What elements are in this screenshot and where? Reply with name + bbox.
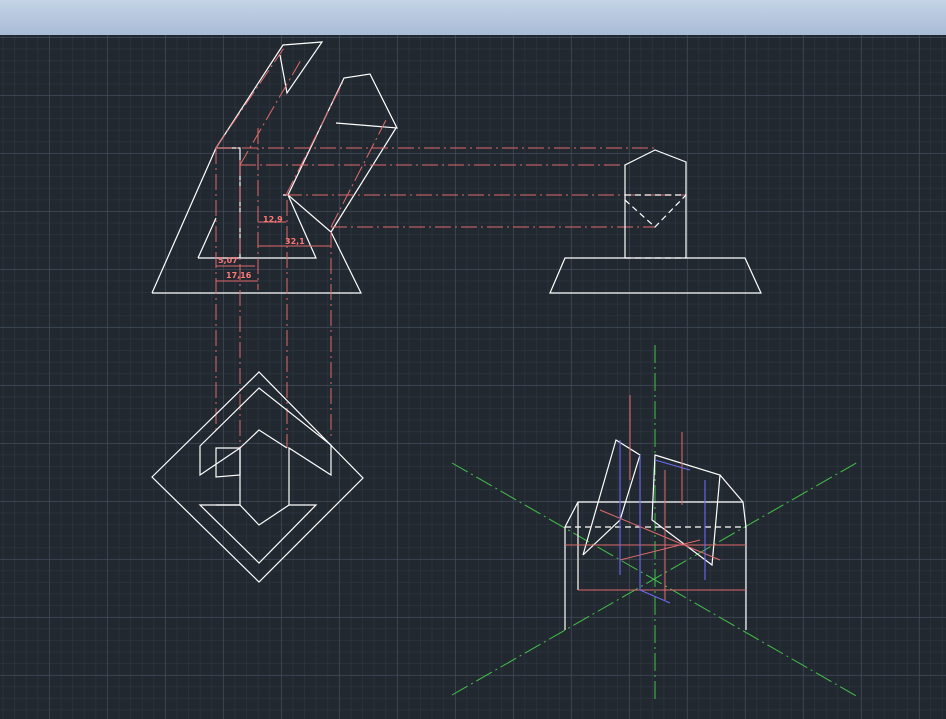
dimension-label: 17,16: [226, 271, 252, 280]
cad-drawing: 12,9 32,1 5,07 17,16: [151, 41, 859, 700]
dimension-label: 12,9: [263, 215, 283, 224]
front-view: [151, 41, 399, 294]
dimension-label: 5,07: [218, 256, 238, 265]
side-view: [549, 149, 762, 294]
projection-lines: [215, 44, 686, 448]
isometric-view: [451, 345, 859, 700]
dimension-label: 32,1: [285, 237, 305, 246]
